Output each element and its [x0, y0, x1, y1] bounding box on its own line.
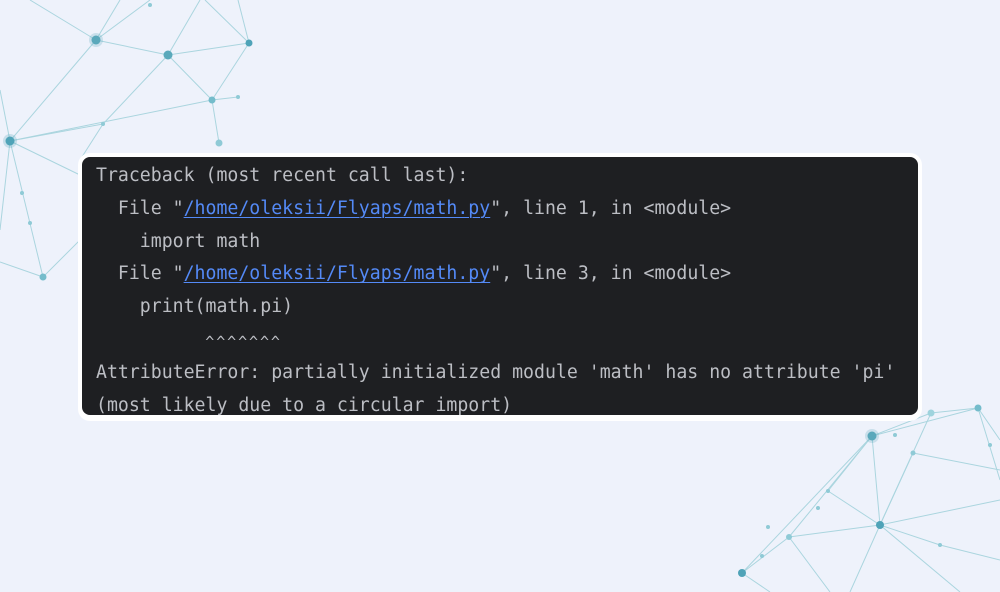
traceback-header: Traceback (most recent call last):: [96, 165, 469, 186]
terminal-card: Traceback (most recent call last): File …: [78, 153, 922, 421]
frame-1-prefix: File ": [96, 197, 184, 219]
error-note-line: (most likely due to a circular import): [96, 394, 513, 415]
error-caret-marker: ^^^^^^^: [96, 332, 282, 351]
traceback-frame-2-code: print(math.pi): [96, 296, 294, 318]
terminal-output: Traceback (most recent call last): File …: [82, 157, 918, 415]
traceback-frame-2-location: File "/home/oleksii/Flyaps/math.py", lin…: [96, 258, 918, 291]
frame-2-suffix: ", line 3, in <module>: [490, 263, 732, 285]
frame-1-suffix: ", line 1, in <module>: [490, 197, 732, 219]
frame-2-file-link[interactable]: /home/oleksii/Flyaps/math.py: [184, 263, 491, 284]
traceback-frame-1-location: File "/home/oleksii/Flyaps/math.py", lin…: [96, 193, 918, 226]
traceback-frame-1-code: import math: [96, 230, 261, 252]
frame-1-file-link[interactable]: /home/oleksii/Flyaps/math.py: [184, 198, 491, 219]
frame-2-prefix: File ": [96, 263, 184, 285]
error-message-line: AttributeError: partially initialized mo…: [96, 361, 896, 383]
traceback-frame-2-carets: ^^^^^^^: [96, 324, 918, 357]
page: Traceback (most recent call last): File …: [0, 0, 1000, 592]
